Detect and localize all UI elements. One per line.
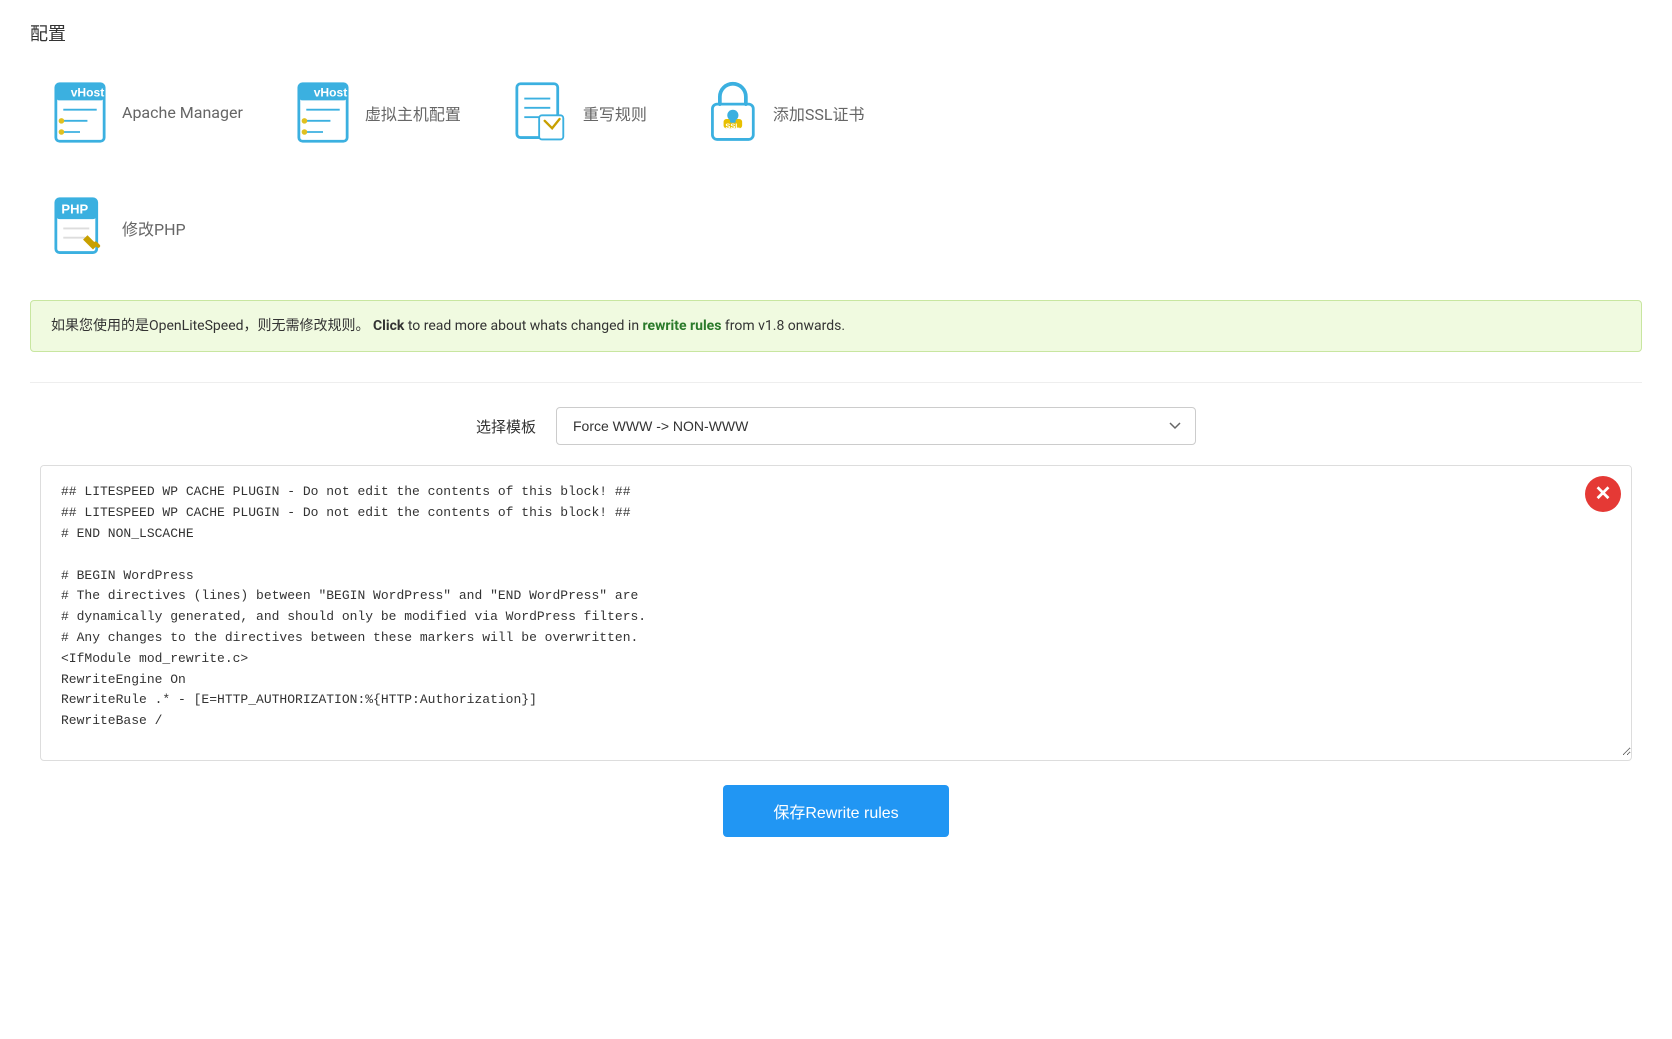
nav-icons-row1: vHost Apache Manager vHost 虚拟主机配置 [30,70,1642,155]
vhost-config-label: 虚拟主机配置 [365,101,461,125]
svg-text:vHost: vHost [71,86,105,100]
editor-textarea[interactable]: ## LITESPEED WP CACHE PLUGIN - Do not ed… [41,466,1631,756]
close-editor-button[interactable]: ✕ [1585,476,1621,512]
nav-item-apache-manager[interactable]: vHost Apache Manager [30,70,263,155]
php-icon: PHP [50,195,110,260]
vhost-config-icon: vHost [293,80,353,145]
banner-rewrite-link[interactable]: rewrite rules [643,318,722,334]
rewrite-icon [511,80,571,145]
template-row: 选择模板 Force WWW -> NON-WWW Force NON-WWW … [30,407,1642,445]
banner-text-middle: to read more about whats changed in [408,318,643,334]
close-icon: ✕ [1595,484,1612,504]
banner-text-before: 如果您使用的是OpenLiteSpeed，则无需修改规则。 [51,318,370,334]
nav-item-rewrite[interactable]: 重写规则 [491,70,671,155]
apache-manager-label: Apache Manager [122,103,243,122]
banner-text-after: from v1.8 onwards. [725,318,845,334]
info-banner: 如果您使用的是OpenLiteSpeed，则无需修改规则。 Click to r… [30,300,1642,352]
nav-item-php[interactable]: PHP 修改PHP [30,185,210,270]
divider [30,382,1642,383]
editor-wrapper: ✕ ## LITESPEED WP CACHE PLUGIN - Do not … [40,465,1632,761]
editor-toolbar: ✕ [1585,476,1621,512]
php-label: 修改PHP [122,216,186,240]
save-btn-row: 保存Rewrite rules [30,785,1642,837]
banner-click-link[interactable]: Click [373,318,404,334]
nav-icons-row2: PHP 修改PHP [30,185,1642,270]
vhost-icon: vHost [50,80,110,145]
nav-item-ssl[interactable]: SSL 添加SSL证书 [681,70,885,155]
svg-text:PHP: PHP [61,202,88,217]
svg-text:vHost: vHost [314,86,348,100]
page-title: 配置 [30,20,1642,46]
template-label: 选择模板 [476,416,536,437]
nav-item-vhost-config[interactable]: vHost 虚拟主机配置 [273,70,481,155]
ssl-label: 添加SSL证书 [773,101,865,125]
rewrite-label: 重写规则 [583,101,647,125]
ssl-icon: SSL [701,80,761,145]
template-select[interactable]: Force WWW -> NON-WWW Force NON-WWW -> WW… [556,407,1196,445]
save-rewrite-button[interactable]: 保存Rewrite rules [723,785,948,837]
